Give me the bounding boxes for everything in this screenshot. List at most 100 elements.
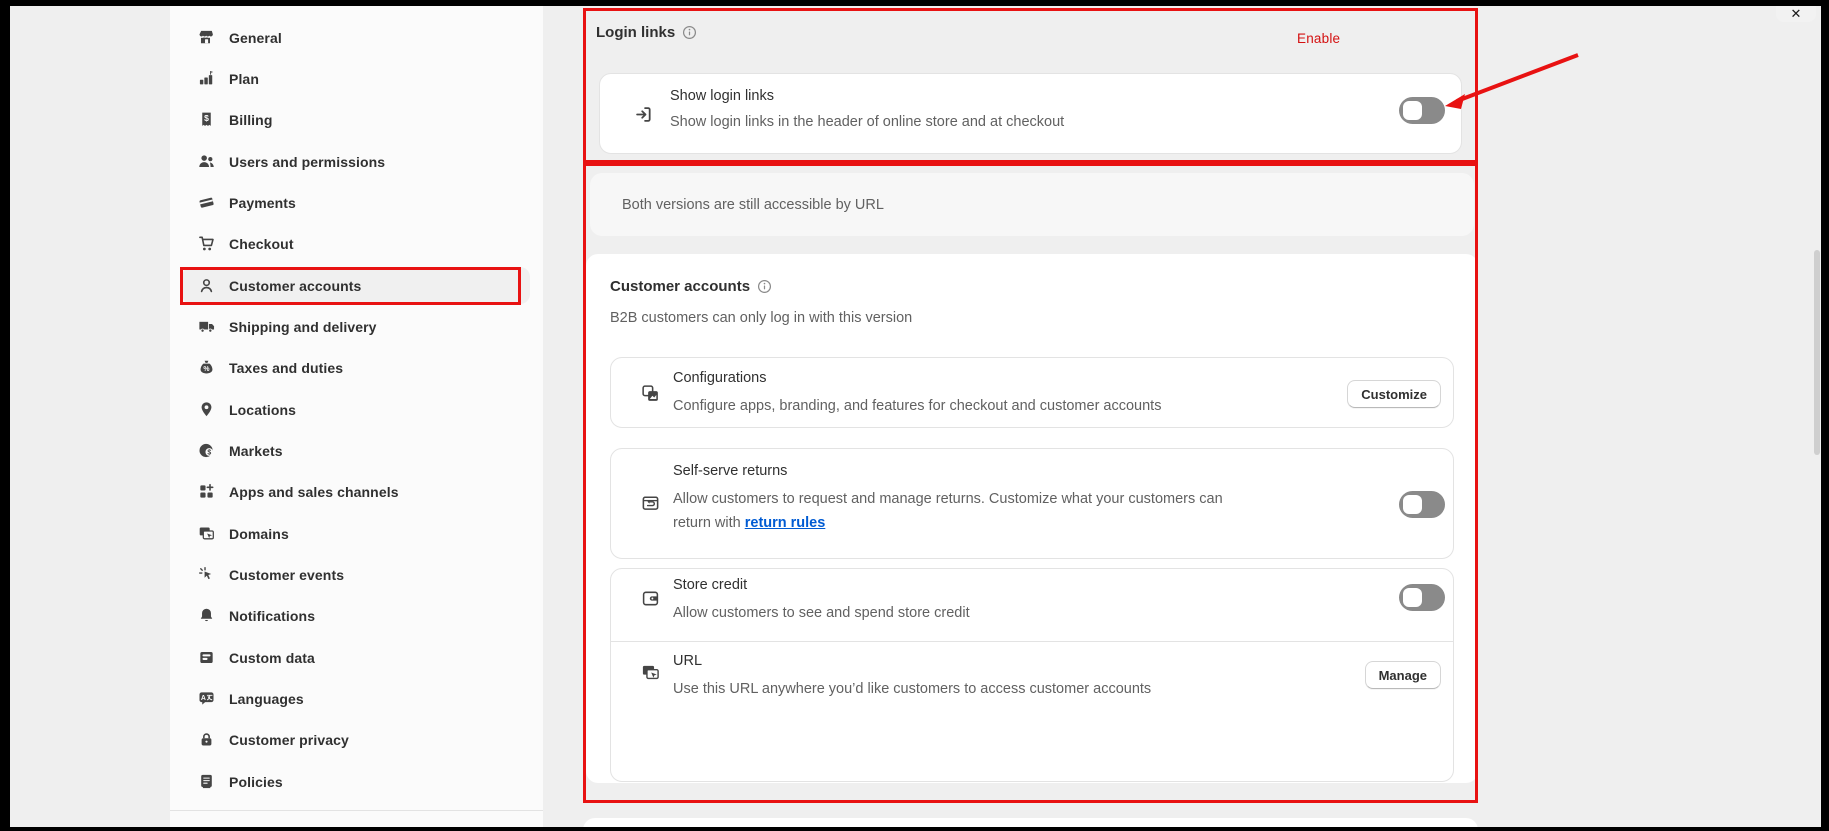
sidebar-item-domains[interactable]: Domains (182, 515, 530, 552)
sidebar-item-label: Apps and sales channels (229, 484, 399, 500)
users-icon (198, 153, 215, 170)
sidebar-item-policies[interactable]: Policies (182, 763, 530, 800)
domains-icon (198, 525, 215, 542)
events-icon (198, 566, 215, 583)
svg-text:$: $ (204, 113, 209, 123)
sidebar-item-label: Languages (229, 691, 304, 707)
languages-icon: A (198, 690, 215, 707)
truck-icon (198, 318, 215, 335)
settings-sidebar: General Plan $ Billing Users and permiss… (170, 6, 543, 827)
self-serve-returns-description-line2: return with return rules (673, 511, 825, 535)
sidebar-item-label: Customer events (229, 567, 344, 583)
sidebar-item-label: Locations (229, 402, 296, 418)
sidebar-item-taxes-and-duties[interactable]: % Taxes and duties (182, 349, 530, 386)
data-icon (198, 649, 215, 666)
cart-icon (198, 235, 215, 252)
sidebar-item-label: Billing (229, 112, 272, 128)
bell-icon (198, 607, 215, 624)
sidebar-item-notifications[interactable]: Notifications (182, 597, 530, 634)
toggle-knob (1403, 495, 1422, 514)
store-credit-toggle[interactable] (1399, 584, 1445, 611)
sidebar-item-label: Customer privacy (229, 732, 349, 748)
app-viewport: General Plan $ Billing Users and permiss… (10, 6, 1821, 827)
payments-icon (198, 194, 215, 211)
configurations-description: Configure apps, branding, and features f… (673, 394, 1161, 418)
lock-icon (198, 731, 215, 748)
self-serve-returns-description-line1: Allow customers to request and manage re… (673, 487, 1223, 511)
billing-icon: $ (198, 111, 215, 128)
login-links-title-text: Login links (596, 24, 675, 41)
description-line2-prefix: return with (673, 515, 745, 531)
sidebar-item-shipping-and-delivery[interactable]: Shipping and delivery (182, 308, 530, 345)
login-arrow-icon (634, 105, 653, 124)
svg-text:$: $ (207, 450, 211, 457)
sidebar-item-label: Notifications (229, 608, 315, 624)
banner-text: Both versions are still accessible by UR… (622, 197, 884, 213)
manage-button[interactable]: Manage (1365, 661, 1441, 689)
scrollbar-thumb[interactable] (1814, 250, 1820, 455)
annotation-arrow (1435, 46, 1585, 116)
sidebar-divider (170, 810, 543, 811)
sidebar-item-label: Plan (229, 71, 259, 87)
sidebar-item-custom-data[interactable]: Custom data (182, 639, 530, 676)
svg-text:%: % (203, 366, 209, 373)
sidebar-item-label: Policies (229, 774, 283, 790)
sidebar-item-label: Taxes and duties (229, 360, 343, 376)
customer-accounts-subtitle: B2B customers can only log in with this … (610, 306, 912, 330)
self-serve-returns-toggle[interactable] (1399, 491, 1445, 518)
customize-button[interactable]: Customize (1347, 380, 1441, 408)
configurations-icon (641, 384, 660, 403)
return-rules-link[interactable]: return rules (745, 515, 826, 531)
self-serve-returns-row: Self-serve returns Allow customers to re… (610, 448, 1454, 559)
show-login-links-description: Show login links in the header of online… (670, 110, 1064, 134)
sidebar-item-label: Payments (229, 195, 296, 211)
pin-icon (198, 401, 215, 418)
annotation-enable-label: Enable (1297, 31, 1340, 46)
sidebar-item-checkout[interactable]: Checkout (182, 225, 530, 262)
configurations-row: Configurations Configure apps, branding,… (610, 357, 1454, 428)
show-login-links-row: Show login links Show login links in the… (599, 73, 1462, 154)
sidebar-item-plan[interactable]: Plan (182, 60, 530, 97)
customer-accounts-card: Customer accounts B2B customers can only… (586, 254, 1478, 783)
sidebar-item-billing[interactable]: $ Billing (182, 101, 530, 138)
customer-accounts-title-text: Customer accounts (610, 278, 750, 295)
sidebar-item-label: Custom data (229, 650, 315, 666)
sidebar-item-apps-and-sales-channels[interactable]: Apps and sales channels (182, 473, 530, 510)
toggle-knob (1403, 101, 1422, 120)
customer-accounts-section-title: Customer accounts (610, 278, 772, 295)
plan-icon (198, 70, 215, 87)
sidebar-item-customer-privacy[interactable]: Customer privacy (182, 721, 530, 758)
login-links-section-title: Login links (596, 24, 697, 41)
sidebar-item-label: Domains (229, 526, 289, 542)
sidebar-item-label: Customer accounts (229, 278, 361, 294)
person-icon (198, 277, 215, 294)
returns-icon (641, 493, 660, 512)
sidebar-item-customer-events[interactable]: Customer events (182, 556, 530, 593)
info-icon[interactable] (682, 25, 697, 40)
globe-icon: $ (198, 442, 215, 459)
sidebar-item-languages[interactable]: A Languages (182, 680, 530, 717)
store-credit-icon (641, 589, 660, 608)
screenshot-frame: General Plan $ Billing Users and permiss… (0, 0, 1829, 831)
sidebar-item-general[interactable]: General (182, 19, 530, 56)
url-title: URL (673, 653, 702, 669)
sidebar-item-users-and-permissions[interactable]: Users and permissions (182, 143, 530, 180)
close-glyph: ✕ (1791, 6, 1802, 22)
sidebar-item-customer-accounts[interactable]: Customer accounts (182, 267, 530, 304)
sidebar-item-markets[interactable]: $ Markets (182, 432, 530, 469)
close-icon[interactable]: ✕ (1776, 6, 1816, 22)
sidebar-item-payments[interactable]: Payments (182, 184, 530, 221)
toggle-knob (1403, 588, 1422, 607)
info-icon[interactable] (757, 279, 772, 294)
sidebar-item-label: Checkout (229, 236, 294, 252)
row-divider (611, 641, 1453, 642)
taxes-icon: % (198, 359, 215, 376)
sidebar-item-label: Shipping and delivery (229, 319, 377, 335)
sidebar-item-label: Markets (229, 443, 283, 459)
store-credit-title: Store credit (673, 577, 747, 593)
next-section-card-partial (583, 818, 1478, 827)
url-description: Use this URL anywhere you’d like custome… (673, 677, 1151, 701)
self-serve-returns-title: Self-serve returns (673, 463, 787, 479)
policies-icon (198, 773, 215, 790)
sidebar-item-locations[interactable]: Locations (182, 391, 530, 428)
